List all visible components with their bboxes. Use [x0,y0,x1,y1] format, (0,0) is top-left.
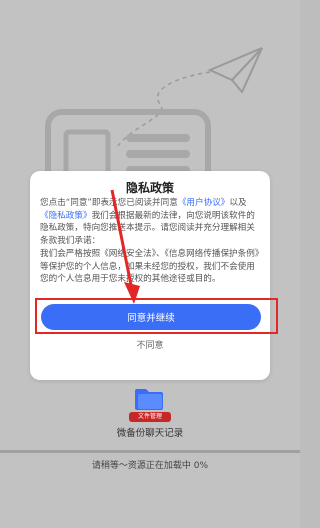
loading-progress-bar [0,450,300,453]
backup-chat-label: 微备份聊天记录 [116,428,184,439]
dialog-text-intro: 您点击“同意”即表示您已阅读并同意 [40,198,178,208]
screen-background: 隐私政策 您点击“同意”即表示您已阅读并同意《用户协议》以及《隐私政策》我们会根… [0,0,300,528]
paper-plane-icon [207,47,263,94]
dialog-text-commitment: 我们会严格按照《网络安全法》、《信息网络传播保护条例》等保护您的个人信息，如果未… [40,248,260,285]
agree-continue-button[interactable]: 同意并继续 [41,304,261,330]
file-manager-badge: 文件管理 [129,412,171,422]
loading-status-text: 请稍等～资源正在加载中 0% [91,461,209,471]
user-agreement-link[interactable]: 《用户协议》 [178,198,230,208]
folder-icon [135,389,163,410]
dialog-text-and: 以及 [229,198,247,208]
privacy-policy-link[interactable]: 《隐私政策》 [40,211,92,221]
dialog-title: 隐私政策 [125,181,174,195]
dialog-body: 您点击“同意”即表示您已阅读并同意《用户协议》以及《隐私政策》我们会根据最新的法… [40,197,262,286]
disagree-button[interactable]: 不同意 [0,338,300,351]
